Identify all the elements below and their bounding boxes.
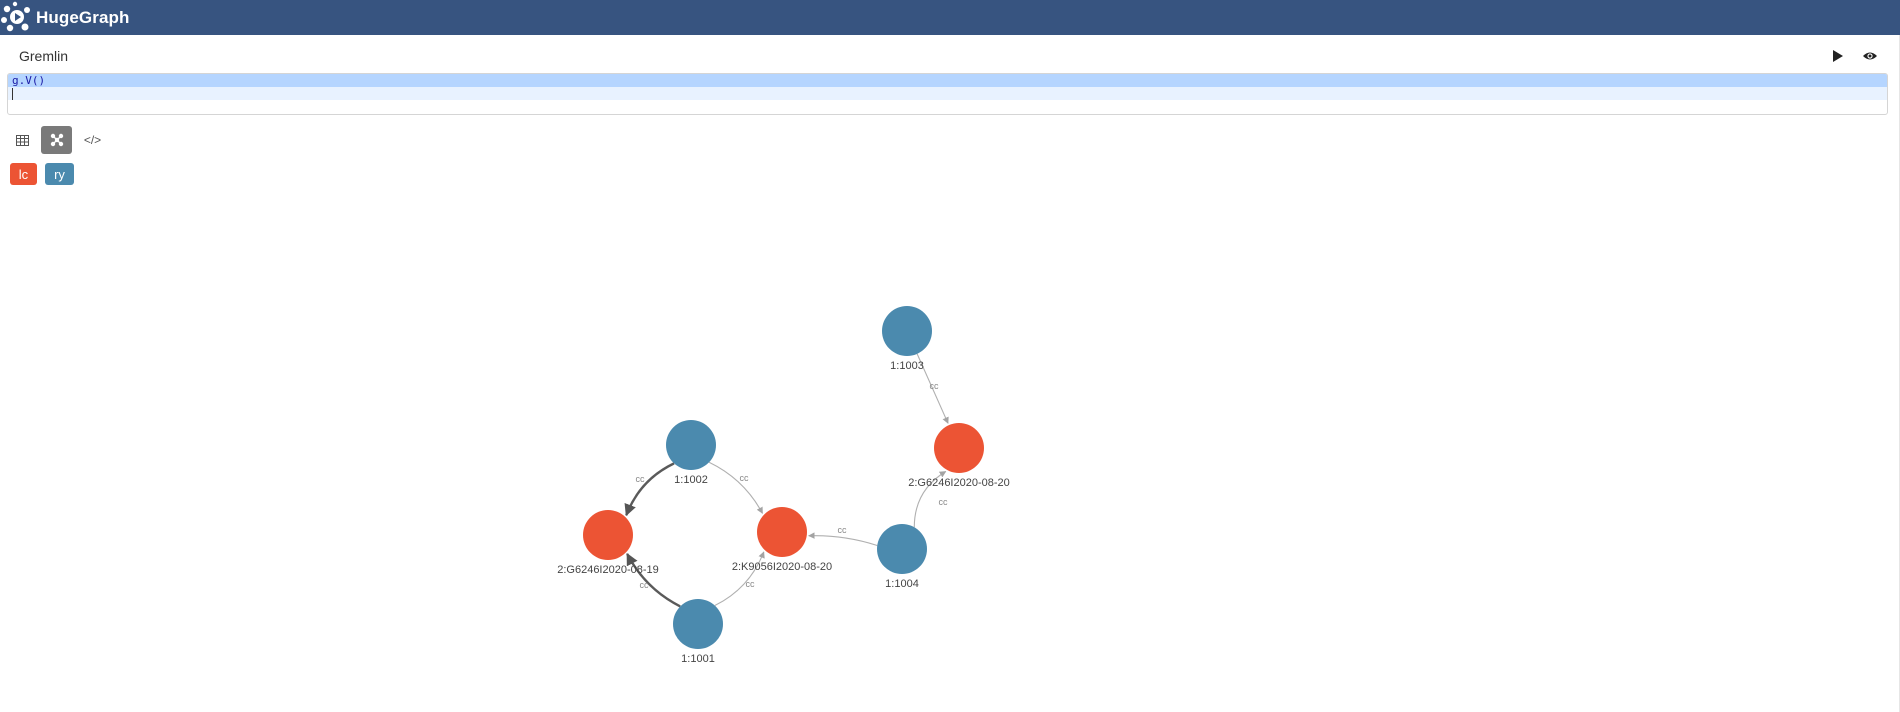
graph-node-ry[interactable] <box>673 599 723 649</box>
graph-node-ry[interactable] <box>666 420 716 470</box>
table-icon <box>16 134 29 146</box>
edge-label: cc <box>838 525 848 535</box>
run-query-button[interactable] <box>1831 49 1845 63</box>
edge-label: cc <box>746 579 756 589</box>
edge-label: cc <box>640 580 650 590</box>
top-navbar: HugeGraph <box>0 0 1900 35</box>
code-icon: </> <box>83 133 102 147</box>
legend-lc-label: lc <box>18 166 29 182</box>
tab-graph-view[interactable] <box>41 126 72 154</box>
node-label: 1:1004 <box>885 578 919 590</box>
graph-edge[interactable] <box>626 552 681 608</box>
node-label: 1:1003 <box>890 360 924 372</box>
node-label: 2:K9056I2020-08-20 <box>732 561 832 573</box>
edge-label: cc <box>930 381 940 391</box>
gremlin-editor[interactable]: g.V() <box>7 73 1888 115</box>
node-label: 1:1002 <box>674 474 708 486</box>
node-label: 2:G6246I2020-08-19 <box>557 564 659 576</box>
graph-node-ry[interactable] <box>882 306 932 356</box>
graph-edge[interactable] <box>624 462 675 517</box>
graph-node-lc[interactable] <box>934 423 984 473</box>
edge-label: cc <box>636 474 646 484</box>
brand[interactable]: HugeGraph <box>0 0 129 35</box>
editor-code[interactable]: g.V() <box>12 74 45 87</box>
graph-icon <box>50 133 63 147</box>
editor-selected-line <box>8 74 1887 87</box>
graph-node-ry[interactable] <box>877 524 927 574</box>
graph-canvas[interactable]: cccccccccccc cc 1:10032:G6246I2020-08-201… <box>0 195 1900 712</box>
edge-label: cc <box>939 497 949 507</box>
legend-ry-label: ry <box>54 166 65 182</box>
editor-cursor <box>12 88 13 100</box>
editor-active-line <box>8 87 1887 100</box>
brand-name: HugeGraph <box>36 7 130 27</box>
legend-lc[interactable]: lc <box>10 163 37 185</box>
legend-ry[interactable]: ry <box>45 163 74 185</box>
graph-node-lc[interactable] <box>757 507 807 557</box>
node-label: 2:G6246I2020-08-20 <box>908 477 1010 489</box>
tab-json-view[interactable]: </> <box>77 126 108 154</box>
nodes-layer: 1:1003 2:G6246I2020-08-20 1:1002 2:G6246I20… <box>557 306 1010 665</box>
graph-edge[interactable] <box>714 551 765 607</box>
hugegraph-app: HugeGraph Gremlin g.V() </> lc ry cc cc … <box>0 0 1900 712</box>
tab-table-view[interactable] <box>7 126 38 154</box>
eye-icon[interactable] <box>1862 49 1878 63</box>
node-label: 1:1001 <box>681 653 715 665</box>
graph-edge[interactable] <box>808 532 878 547</box>
hugegraph-logo-icon <box>1 1 30 32</box>
graph-edge[interactable] <box>708 461 763 514</box>
panel-title: Gremlin <box>19 48 69 64</box>
graph-node-lc[interactable] <box>583 510 633 560</box>
edge-label: cc <box>740 473 750 483</box>
